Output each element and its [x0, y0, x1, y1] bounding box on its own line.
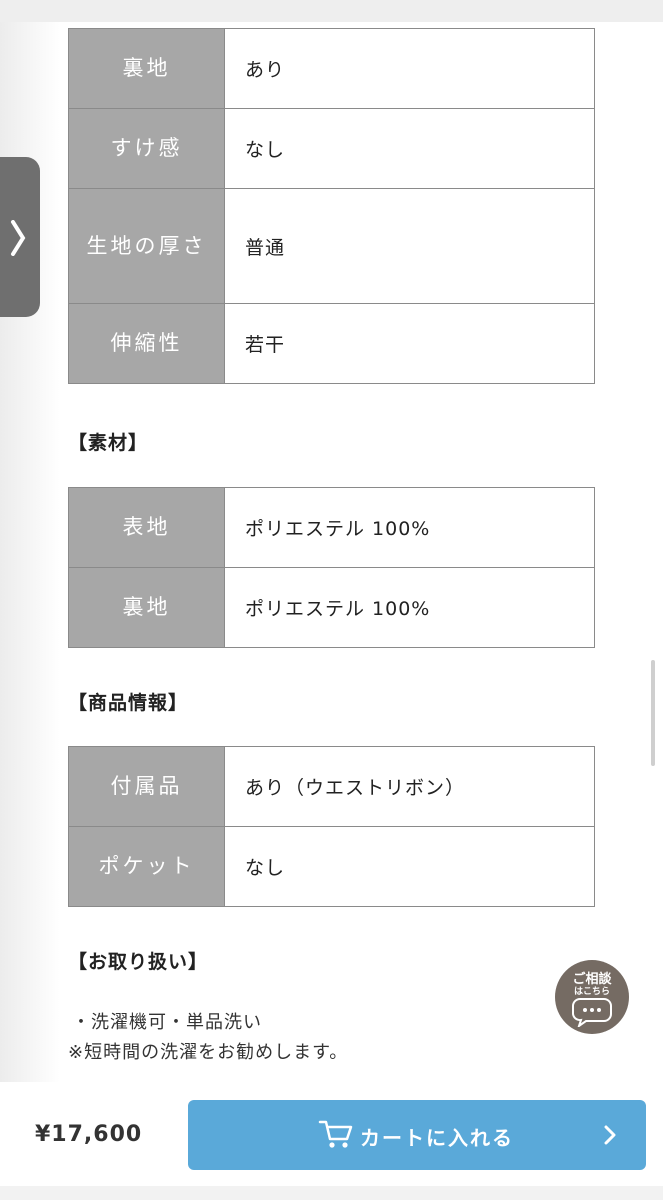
bottom-safe-area: [0, 1186, 663, 1200]
row-value: あり（ウエストリボン）: [224, 746, 595, 827]
row-label: すけ感: [68, 108, 225, 189]
product-info-table: 付属品 あり（ウエストリボン） ポケット なし: [68, 746, 595, 907]
row-label: ポケット: [68, 826, 225, 907]
row-value: 普通: [224, 188, 595, 304]
detail-table: 裏地 あり すけ感 なし 生地の厚さ 普通 伸縮性 若干: [68, 28, 595, 384]
row-label: 伸縮性: [68, 303, 225, 384]
material-table: 表地 ポリエステル 100% 裏地 ポリエステル 100%: [68, 487, 595, 648]
product-info-section-title: 【商品情報】: [68, 692, 189, 714]
scroll-indicator[interactable]: [651, 660, 655, 766]
row-label: 裏地: [68, 28, 225, 109]
price-label: ¥17,600: [35, 1122, 143, 1147]
top-bar: [0, 0, 663, 22]
table-row: 付属品 あり（ウエストリボン）: [68, 746, 595, 827]
row-value: なし: [224, 826, 595, 907]
side-drawer-tab[interactable]: [0, 157, 40, 317]
row-label: 生地の厚さ: [68, 188, 225, 304]
chevron-right-icon: [603, 1124, 617, 1150]
table-row: 裏地 あり: [68, 28, 595, 109]
table-row: 裏地 ポリエステル 100%: [68, 567, 595, 648]
row-label: 表地: [68, 487, 225, 568]
row-value: あり: [224, 28, 595, 109]
care-note-line: ※短時間の洗濯をお勧めします。: [68, 1042, 349, 1063]
add-to-cart-button[interactable]: カートに入れる: [188, 1100, 646, 1170]
table-row: 生地の厚さ 普通: [68, 188, 595, 304]
row-value: ポリエステル 100%: [224, 567, 595, 648]
material-section-title: 【素材】: [68, 432, 149, 454]
table-row: ポケット なし: [68, 826, 595, 907]
table-row: 表地 ポリエステル 100%: [68, 487, 595, 568]
care-section-title: 【お取り扱い】: [68, 951, 209, 973]
row-label: 裏地: [68, 567, 225, 648]
chat-consult-button[interactable]: ご相談 はこちら: [555, 960, 629, 1034]
cart-icon: [318, 1118, 354, 1154]
chevron-right-icon: [10, 220, 26, 260]
chat-label-line2: はこちら: [573, 987, 610, 997]
speech-bubble-icon: [572, 997, 612, 1031]
row-value: ポリエステル 100%: [224, 487, 595, 568]
table-row: 伸縮性 若干: [68, 303, 595, 384]
cart-button-label: カートに入れる: [360, 1126, 514, 1150]
care-note-line: ・洗濯機可・単品洗い: [72, 1012, 262, 1033]
row-label: 付属品: [68, 746, 225, 827]
row-value: 若干: [224, 303, 595, 384]
row-value: なし: [224, 108, 595, 189]
table-row: すけ感 なし: [68, 108, 595, 189]
